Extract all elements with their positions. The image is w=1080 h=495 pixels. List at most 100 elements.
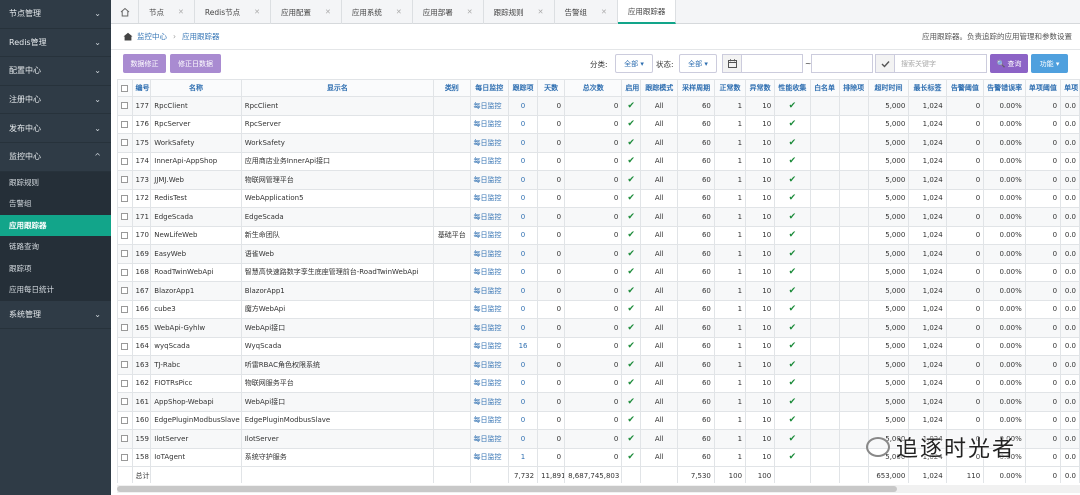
sidebar-subitem-3[interactable]: 链路查询 (0, 236, 111, 258)
track-items-link[interactable]: 0 (507, 262, 539, 282)
table-row[interactable]: 167 BlazorApp1 BlazorApp1 每日监控 0 0 0 ✔ All 60 1 10 ✔… (117, 281, 1080, 301)
sidebar-item-1[interactable]: Redis管理 ⌄ (0, 29, 111, 58)
daily-monitor-link[interactable]: 每日监控 (469, 151, 509, 171)
daily-monitor-link[interactable]: 每日监控 (469, 170, 509, 190)
close-icon[interactable]: ✕ (254, 8, 260, 16)
track-items-link[interactable]: 0 (507, 207, 539, 227)
track-items-link[interactable]: 0 (507, 281, 539, 301)
table-row[interactable]: 162 FIOTRsPicc 物联网服务平台 每日监控 0 0 0 ✔ All 60 1 10 ✔ 5,0… (117, 373, 1080, 393)
close-icon[interactable]: ✕ (467, 8, 473, 16)
row-checkbox-cell[interactable] (117, 447, 133, 467)
row-checkbox-cell[interactable] (117, 225, 133, 245)
row-checkbox-cell[interactable] (117, 373, 133, 393)
close-icon[interactable]: ✕ (538, 8, 544, 16)
sidebar-item-5[interactable]: 监控中心 ^ (0, 143, 111, 172)
row-checkbox-cell[interactable] (117, 133, 133, 153)
column-header[interactable]: 天数 (537, 79, 566, 97)
search-input[interactable]: 搜索关键字 (894, 54, 987, 73)
table-row[interactable]: 168 RoadTwinWebApi 智慧高快速路数字孪生底座管理前台-RoadTw… (117, 262, 1080, 282)
more-functions-button[interactable]: 功能 ▾ (1031, 54, 1068, 73)
daily-monitor-link[interactable]: 每日监控 (469, 447, 509, 467)
track-items-link[interactable]: 0 (507, 133, 539, 153)
daily-monitor-link[interactable]: 每日监控 (469, 299, 509, 319)
row-checkbox[interactable] (121, 287, 129, 295)
sidebar-subitem-0[interactable]: 跟踪规则 (0, 172, 111, 194)
scrollbar-thumb[interactable] (117, 486, 897, 492)
sidebar-item-3[interactable]: 注册中心 ⌄ (0, 86, 111, 115)
breadcrumb-current[interactable]: 应用跟踪器 (182, 31, 220, 42)
calendar-icon[interactable] (722, 54, 742, 73)
row-checkbox[interactable] (121, 102, 129, 110)
daily-monitor-link[interactable]: 每日监控 (469, 244, 509, 264)
column-header[interactable]: 白名单 (809, 79, 840, 97)
daily-monitor-link[interactable]: 每日监控 (469, 96, 509, 116)
track-items-link[interactable]: 0 (507, 429, 539, 449)
sidebar-item-0[interactable]: 节点管理 ⌄ (0, 0, 111, 29)
daily-monitor-link[interactable]: 每日监控 (469, 114, 509, 134)
track-items-link[interactable]: 0 (507, 373, 539, 393)
daily-monitor-link[interactable]: 每日监控 (469, 133, 509, 153)
table-row[interactable]: 174 InnerApi-AppShop 应用商店业务InnerApi接口 每日监控 0… (117, 151, 1080, 171)
column-header[interactable]: 排除项 (838, 79, 869, 97)
row-checkbox-cell[interactable] (117, 355, 133, 375)
track-items-link[interactable]: 16 (507, 336, 539, 356)
row-checkbox-cell[interactable] (117, 96, 133, 116)
sidebar-item-4[interactable]: 发布中心 ⌄ (0, 114, 111, 143)
close-icon[interactable]: ✕ (178, 8, 184, 16)
row-checkbox[interactable] (121, 435, 129, 443)
track-items-link[interactable]: 0 (507, 114, 539, 134)
row-checkbox-cell[interactable] (117, 207, 133, 227)
row-checkbox-cell[interactable] (117, 336, 133, 356)
close-icon[interactable]: ✕ (601, 8, 607, 16)
sidebar-item-system[interactable]: 系统管理 ⌄ (0, 301, 111, 330)
row-checkbox[interactable] (121, 213, 129, 221)
row-checkbox[interactable] (121, 361, 129, 369)
daily-monitor-link[interactable]: 每日监控 (469, 262, 509, 282)
row-checkbox-cell[interactable] (117, 410, 133, 430)
fix-day-data-button[interactable]: 修正日数据 (170, 54, 221, 73)
tab-3[interactable]: 应用系统 ✕ (342, 0, 413, 24)
row-checkbox[interactable] (121, 157, 129, 165)
table-row[interactable]: 175 WorkSafety WorkSafety 每日监控 0 0 0 ✔ All 60 1 10 ✔… (117, 133, 1080, 153)
check-icon[interactable] (875, 54, 895, 73)
track-items-link[interactable]: 0 (507, 151, 539, 171)
row-checkbox-cell[interactable] (117, 188, 133, 208)
row-checkbox-cell[interactable] (117, 262, 133, 282)
row-checkbox-cell[interactable] (117, 170, 133, 190)
daily-monitor-link[interactable]: 每日监控 (469, 373, 509, 393)
row-checkbox-cell[interactable] (117, 244, 133, 264)
query-button[interactable]: 🔍 查询 (990, 54, 1028, 73)
track-items-link[interactable]: 0 (507, 355, 539, 375)
sidebar-subitem-5[interactable]: 应用每日统计 (0, 279, 111, 301)
daily-monitor-link[interactable]: 每日监控 (469, 336, 509, 356)
tab-4[interactable]: 应用部署 ✕ (413, 0, 484, 24)
row-checkbox-cell[interactable] (117, 281, 133, 301)
select-all-checkbox-cell[interactable] (117, 79, 133, 97)
tab-5[interactable]: 跟踪规则 ✕ (484, 0, 555, 24)
row-checkbox-cell[interactable] (117, 429, 133, 449)
fix-data-button[interactable]: 数据修正 (123, 54, 166, 73)
track-items-link[interactable]: 0 (507, 170, 539, 190)
row-checkbox[interactable] (121, 194, 129, 202)
column-header[interactable]: 性能收集 (774, 79, 811, 97)
table-row[interactable]: 171 EdgeScada EdgeScada 每日监控 0 0 0 ✔ All 60 1 10 ✔ 5,… (117, 207, 1080, 227)
select-all-checkbox[interactable] (121, 84, 129, 92)
table-row[interactable]: 169 EasyWeb 语雀Web 每日监控 0 0 0 ✔ All 60 1 10 ✔ 5,000 1,0… (117, 244, 1080, 264)
row-checkbox-cell[interactable] (117, 151, 133, 171)
row-checkbox[interactable] (121, 139, 129, 147)
row-checkbox-cell[interactable] (117, 114, 133, 134)
table-row[interactable]: 177 RpcClient RpcClient 每日监控 0 0 0 ✔ All 60 1 10 ✔ 5,… (117, 96, 1080, 116)
row-checkbox[interactable] (121, 416, 129, 424)
daily-monitor-link[interactable]: 每日监控 (469, 281, 509, 301)
close-icon[interactable]: ✕ (325, 8, 331, 16)
column-header[interactable]: 跟踪项 (507, 79, 539, 97)
table-row[interactable]: 173 JJMJ.Web 物联网管理平台 每日监控 0 0 0 ✔ All 60 1 10 ✔ 5,000… (117, 170, 1080, 190)
sidebar-subitem-2[interactable]: 应用跟踪器 (0, 214, 111, 237)
daily-monitor-link[interactable]: 每日监控 (469, 392, 509, 412)
column-header[interactable]: 编号 (131, 79, 152, 97)
column-header[interactable]: 启用 (621, 79, 642, 97)
table-row[interactable]: 166 cube3 魔方WebApi 每日监控 0 0 0 ✔ All 60 1 10 ✔ 5,000 1,… (117, 299, 1080, 319)
table-row[interactable]: 160 EdgePluginModbusSlave EdgePluginModbus… (117, 410, 1080, 430)
track-items-link[interactable]: 0 (507, 244, 539, 264)
sidebar-subitem-4[interactable]: 跟踪项 (0, 258, 111, 280)
